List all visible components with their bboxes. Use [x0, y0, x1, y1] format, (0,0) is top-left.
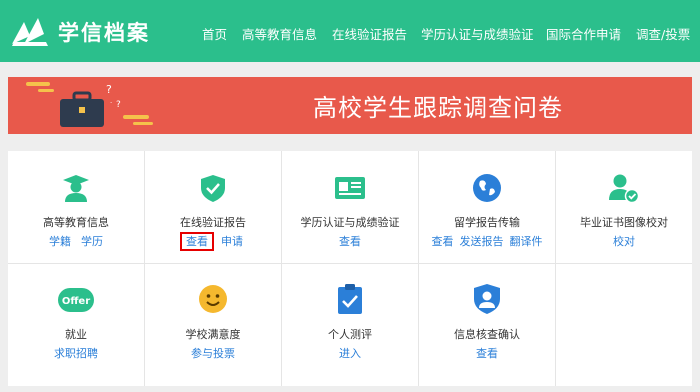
service-links: 参与投票: [145, 345, 281, 361]
service-title: 毕业证书图像校对: [580, 216, 668, 229]
clipboard-check-icon: [338, 284, 362, 314]
service-title: 信息核查确认: [454, 328, 520, 341]
nav-degree-verification[interactable]: 学历认证与成绩验证: [421, 24, 534, 43]
service-title: 学校满意度: [185, 328, 241, 341]
service-higher-education: 高等教育信息 学籍 学历: [8, 151, 144, 263]
link-view[interactable]: 查看: [339, 235, 361, 248]
service-title: 就业: [65, 328, 87, 341]
nav-survey[interactable]: 调查/投票: [636, 24, 690, 43]
offer-icon-text: Offer: [62, 296, 90, 307]
svg-text:?: ?: [106, 83, 112, 96]
nav-international[interactable]: 国际合作申请: [546, 24, 621, 43]
user-badge-icon: [474, 284, 500, 314]
shield-check-icon: [201, 175, 225, 202]
services-panel: 高等教育信息 学籍 学历 在线验证报告 查看 申请 学历认证与成绩验证 查看 留…: [8, 151, 692, 386]
link-proofread[interactable]: 校对: [613, 235, 635, 248]
service-links: 查看: [419, 345, 555, 361]
service-degree-verification: 学历认证与成绩验证 查看: [282, 151, 418, 263]
svg-text:?: ?: [116, 100, 121, 110]
service-links: 查看 申请: [145, 232, 281, 251]
service-title: 高等教育信息: [43, 216, 109, 229]
logo-text[interactable]: 学信档案: [58, 17, 150, 47]
id-card-icon: [335, 177, 365, 199]
link-enrollment[interactable]: 学籍: [49, 235, 71, 248]
service-study-abroad-report: 留学报告传输 查看 发送报告 翻译件: [419, 151, 555, 263]
service-links: 进入: [282, 345, 418, 361]
service-online-verification: 在线验证报告 查看 申请: [145, 151, 281, 263]
service-title: 个人测评: [328, 328, 372, 341]
nav-home[interactable]: 首页: [202, 24, 227, 43]
briefcase-illustration-icon: ? ? .: [26, 82, 153, 127]
link-view-report[interactable]: 查看: [180, 232, 214, 251]
svg-text:.: .: [110, 97, 112, 105]
service-links: 求职招聘: [8, 345, 144, 361]
smiley-icon: [199, 285, 227, 313]
link-view[interactable]: 查看: [432, 235, 454, 248]
service-title: 留学报告传输: [454, 216, 520, 229]
service-diploma-image-check: 毕业证书图像校对 校对: [556, 151, 692, 263]
offer-icon: Offer: [58, 288, 94, 312]
link-job-search[interactable]: 求职招聘: [54, 347, 98, 360]
service-links: 查看 发送报告 翻译件: [419, 233, 555, 249]
banner-title: 高校学生跟踪调查问卷: [313, 94, 563, 122]
service-links: 校对: [556, 233, 692, 249]
service-links: 查看: [282, 233, 418, 249]
top-header: 学信档案 首页 高等教育信息 在线验证报告 学历认证与成绩验证 国际合作申请 调…: [0, 0, 700, 62]
user-check-icon: [609, 174, 640, 203]
nav-higher-education[interactable]: 高等教育信息: [242, 24, 317, 43]
service-personal-assessment: 个人测评 进入: [282, 264, 418, 386]
link-send-report[interactable]: 发送报告: [460, 235, 504, 248]
service-school-satisfaction: 学校满意度 参与投票: [145, 264, 281, 386]
link-view[interactable]: 查看: [476, 347, 498, 360]
link-apply[interactable]: 申请: [221, 235, 243, 248]
link-enter[interactable]: 进入: [339, 347, 361, 360]
service-info-verification: 信息核查确认 查看: [419, 264, 555, 386]
link-vote[interactable]: 参与投票: [191, 347, 235, 360]
nav-online-verification[interactable]: 在线验证报告: [332, 24, 407, 43]
graduate-icon: [63, 175, 89, 202]
service-title: 学历认证与成绩验证: [300, 216, 400, 229]
survey-banner[interactable]: ? ? . 高校学生跟踪调查问卷: [8, 77, 692, 134]
link-degree[interactable]: 学历: [81, 235, 103, 248]
service-links: 学籍 学历: [8, 233, 144, 249]
service-employment: Offer 就业 求职招聘: [8, 264, 144, 386]
book-logo-icon[interactable]: [10, 14, 50, 48]
link-translation[interactable]: 翻译件: [510, 235, 543, 248]
service-title: 在线验证报告: [180, 216, 246, 229]
globe-icon: [473, 174, 501, 202]
